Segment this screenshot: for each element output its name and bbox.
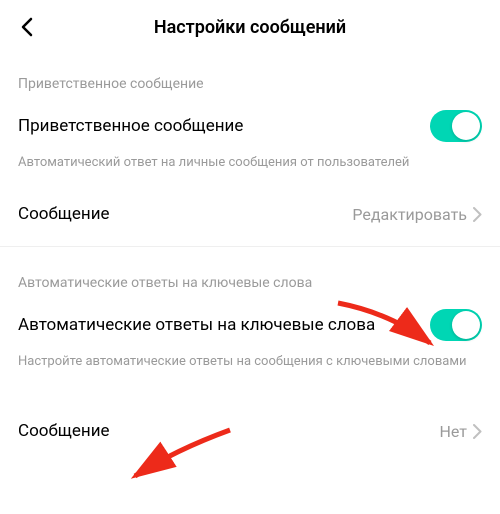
keywords-toggle[interactable] <box>430 309 482 341</box>
keywords-toggle-row: Автоматические ответы на ключевые слова <box>0 299 500 351</box>
keywords-description: Настройте автоматические ответы на сообщ… <box>0 351 500 387</box>
section-label-keywords: Автоматические ответы на ключевые слова <box>0 253 500 299</box>
welcome-description: Автоматический ответ на личные сообщения… <box>0 152 500 188</box>
section-divider <box>0 246 500 247</box>
back-button[interactable] <box>16 15 40 39</box>
chevron-right-icon <box>473 424 482 439</box>
page-title: Настройки сообщений <box>16 17 484 38</box>
welcome-message-action-wrap: Редактировать <box>352 205 482 224</box>
keywords-message-row[interactable]: Сообщение Нет <box>0 405 500 457</box>
keywords-message-value: Нет <box>439 422 467 441</box>
chevron-right-icon <box>473 207 482 222</box>
keywords-message-label: Сообщение <box>18 421 110 441</box>
welcome-toggle-label: Приветственное сообщение <box>18 116 243 136</box>
chevron-left-icon <box>20 17 36 37</box>
page-header: Настройки сообщений <box>0 0 500 54</box>
section-label-welcome: Приветственное сообщение <box>0 54 500 100</box>
welcome-toggle-row: Приветственное сообщение <box>0 100 500 152</box>
keywords-message-value-wrap: Нет <box>439 422 482 441</box>
welcome-message-label: Сообщение <box>18 204 110 224</box>
welcome-message-action: Редактировать <box>352 205 467 224</box>
welcome-message-row[interactable]: Сообщение Редактировать <box>0 188 500 240</box>
welcome-toggle[interactable] <box>430 110 482 142</box>
keywords-toggle-label: Автоматические ответы на ключевые слова <box>18 315 375 335</box>
